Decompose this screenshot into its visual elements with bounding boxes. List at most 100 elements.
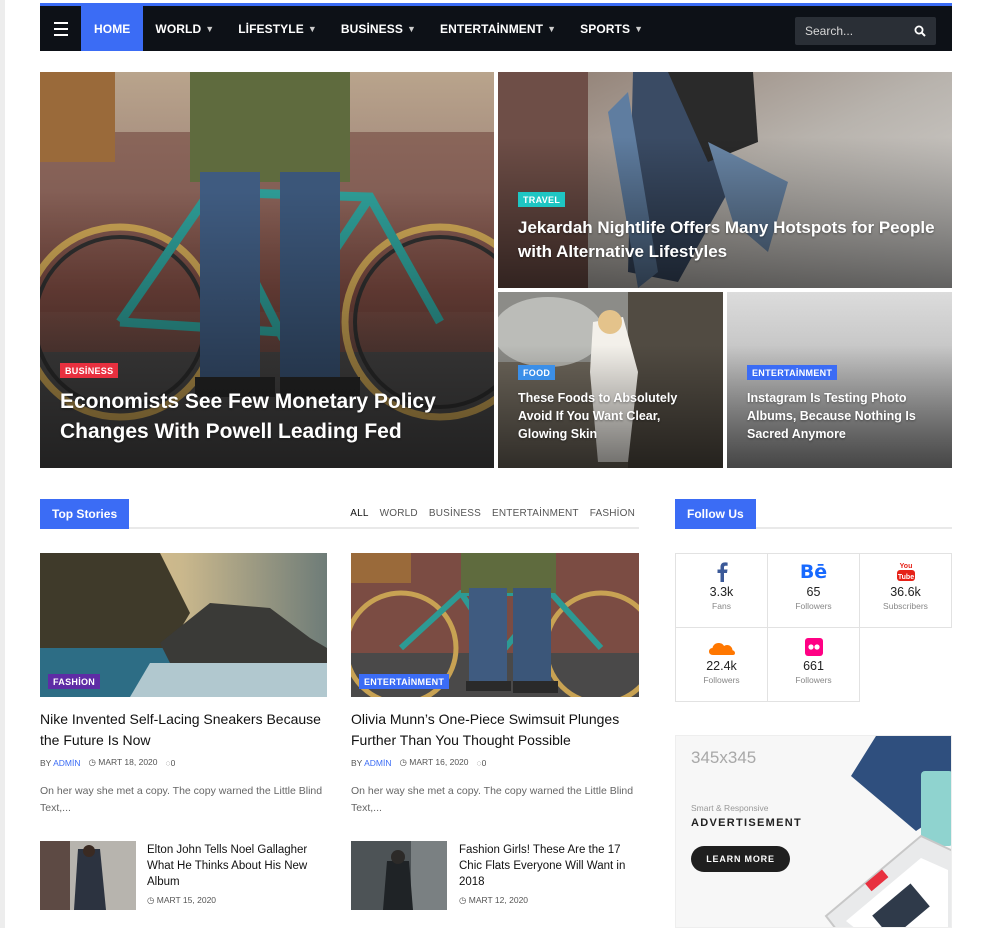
- social-soundcloud[interactable]: 22.4k Followers: [675, 627, 768, 702]
- story-2-title[interactable]: Olivia Munn’s One-Piece Swimsuit Plunges…: [351, 709, 641, 751]
- nav-sports-label: SPORTS: [580, 21, 631, 36]
- nav-business-label: BUSİNESS: [340, 21, 403, 36]
- filter-business[interactable]: BUSİNESS: [429, 508, 481, 519]
- flickr-icon: [804, 638, 823, 656]
- soundcloud-count: 22.4k: [706, 659, 737, 673]
- category-badge-entertainment[interactable]: ENTERTAİNMENT: [747, 365, 838, 380]
- small-story-2-image[interactable]: [351, 841, 447, 910]
- hero-bottom-left-title[interactable]: These Foods to Absolutely Avoid If You W…: [518, 389, 708, 443]
- clock-icon: ◷: [459, 895, 467, 905]
- hero-bottom-right-title[interactable]: Instagram Is Testing Photo Albums, Becau…: [747, 389, 937, 443]
- follow-us-header: Follow Us: [675, 499, 952, 529]
- story-2-author[interactable]: ADMİN: [364, 758, 391, 768]
- hero-bottom-left-tile[interactable]: FOOD These Foods to Absolutely Avoid If …: [498, 292, 723, 468]
- main-navbar: HOME WORLD ▼ LİFESTYLE ▼ BUSİNESS ▼ ENTERTA…: [40, 3, 952, 51]
- chevron-down-icon: ▼: [634, 23, 644, 34]
- story-1-author[interactable]: ADMİN: [53, 758, 80, 768]
- learn-more-button[interactable]: LEARN MORE: [691, 846, 790, 872]
- byline-prefix: BY: [40, 757, 52, 768]
- svg-text:Tube: Tube: [897, 574, 913, 581]
- byline-prefix: BY: [351, 757, 363, 768]
- hero-main-tile[interactable]: BUSİNESS Economists See Few Monetary Pol…: [40, 72, 494, 468]
- youtube-label: Subscribers: [883, 601, 928, 611]
- story-1-comments[interactable]: 0: [171, 758, 176, 768]
- clock-icon: ◷: [147, 895, 155, 905]
- category-badge-fashion[interactable]: FASHİON: [48, 674, 101, 689]
- hero-bottom-right-tile[interactable]: ENTERTAİNMENT Instagram Is Testing Photo…: [727, 292, 952, 468]
- filter-fashion[interactable]: FASHİON: [590, 508, 635, 519]
- youtube-icon: You Tube: [896, 563, 915, 581]
- chevron-down-icon: ▼: [407, 23, 417, 34]
- nav-entertainment[interactable]: ENTERTAİNMENT ▼: [428, 6, 568, 51]
- flickr-count: 661: [803, 659, 824, 673]
- behance-label: Followers: [795, 601, 832, 611]
- nav-home[interactable]: HOME: [81, 6, 144, 51]
- filter-world[interactable]: WORLD: [380, 508, 418, 519]
- search-icon[interactable]: [914, 25, 926, 37]
- social-facebook[interactable]: 3.3k Fans: [675, 553, 768, 628]
- ad-headline: ADVERTISEMENT: [691, 817, 803, 829]
- filter-entertainment[interactable]: ENTERTAİNMENT: [492, 508, 579, 519]
- nav-sports[interactable]: SPORTS ▼: [568, 6, 655, 51]
- story-1-image[interactable]: FASHİON: [40, 553, 327, 697]
- small-story-2-date: MART 12, 2020: [468, 895, 529, 905]
- story-1-meta: BY ADMİN ◷ MART 18, 2020 ◌0: [40, 757, 175, 768]
- top-stories-filters: ALL WORLD BUSİNESS ENTERTAİNMENT FASHİON: [350, 508, 635, 519]
- behance-icon: Bē: [799, 561, 828, 583]
- ad-tagline: Smart & Responsive: [691, 803, 769, 813]
- hero-main-title[interactable]: Economists See Few Monetary Policy Chang…: [60, 387, 460, 447]
- story-2-image[interactable]: ENTERTAİNMENT: [351, 553, 639, 697]
- small-story-2-meta: ◷ MART 12, 2020: [459, 895, 528, 906]
- filter-all[interactable]: ALL: [350, 508, 368, 519]
- nav-world-label: WORLD: [155, 21, 202, 36]
- advertisement-banner[interactable]: 345x345 Smart & Responsive ADVERTISEMENT…: [675, 735, 952, 928]
- chevron-down-icon: ▼: [547, 23, 557, 34]
- small-story-1-meta: ◷ MART 15, 2020: [147, 895, 216, 906]
- story-1-excerpt: On her way she met a copy. The copy warn…: [40, 785, 323, 814]
- nav-home-label: HOME: [94, 21, 131, 36]
- story-1-date: MART 18, 2020: [98, 757, 158, 767]
- small-story-2-photo: [351, 841, 447, 910]
- facebook-icon: [717, 562, 728, 582]
- nav-lifestyle[interactable]: LİFESTYLE ▼: [226, 6, 329, 51]
- search-input[interactable]: [805, 24, 905, 38]
- story-2-comments[interactable]: 0: [482, 758, 487, 768]
- soundcloud-icon: [708, 643, 735, 655]
- nav-entertainment-label: ENTERTAİNMENT: [440, 21, 544, 36]
- menu-icon[interactable]: [40, 6, 81, 51]
- page-edge: [0, 0, 5, 928]
- nav-lifestyle-label: LİFESTYLE: [238, 21, 304, 36]
- small-story-1-image[interactable]: [40, 841, 136, 910]
- small-story-1-title[interactable]: Elton John Tells Noel Gallagher What He …: [147, 842, 327, 890]
- search-box: [795, 17, 936, 45]
- behance-count: 65: [806, 585, 821, 599]
- small-story-2-title[interactable]: Fashion Girls! These Are the 17 Chic Fla…: [459, 842, 639, 890]
- clock-icon: ◷: [399, 757, 407, 767]
- social-flickr[interactable]: 661 Followers: [767, 627, 860, 702]
- facebook-label: Fans: [712, 601, 731, 611]
- small-story-1-date: MART 15, 2020: [156, 895, 217, 905]
- nav-world[interactable]: WORLD ▼: [143, 6, 226, 51]
- hero-top-right-tile[interactable]: TRAVEL Jekardah Nightlife Offers Many Ho…: [498, 72, 952, 288]
- story-2-meta: BY ADMİN ◷ MART 16, 2020 ◌0: [351, 757, 486, 768]
- category-badge-food[interactable]: FOOD: [518, 365, 556, 380]
- top-stories-heading: Top Stories: [40, 499, 130, 529]
- social-behance[interactable]: Bē 65 Followers: [767, 553, 860, 628]
- hero-top-right-title[interactable]: Jekardah Nightlife Offers Many Hotspots …: [518, 216, 938, 264]
- svg-text:You: You: [899, 563, 912, 570]
- story-1-title[interactable]: Nike Invented Self-Lacing Sneakers Becau…: [40, 709, 335, 751]
- top-stories-header: Top Stories ALL WORLD BUSİNESS ENTERTAİN…: [40, 499, 639, 529]
- hero-top-right-gradient: [498, 136, 952, 288]
- social-youtube[interactable]: You Tube 36.6k Subscribers: [859, 553, 952, 628]
- follow-us-heading: Follow Us: [675, 499, 756, 529]
- facebook-count: 3.3k: [709, 585, 734, 599]
- story-2-date: MART 16, 2020: [409, 757, 469, 767]
- chevron-down-icon: ▼: [307, 23, 317, 34]
- small-story-1-photo: [40, 841, 136, 910]
- category-badge-entertainment[interactable]: ENTERTAİNMENT: [359, 674, 450, 689]
- category-badge-business[interactable]: BUSİNESS: [60, 363, 119, 378]
- nav-business[interactable]: BUSİNESS ▼: [329, 6, 428, 51]
- category-badge-travel[interactable]: TRAVEL: [518, 192, 566, 207]
- youtube-count: 36.6k: [890, 585, 921, 599]
- ad-size-label: 345x345: [691, 748, 757, 767]
